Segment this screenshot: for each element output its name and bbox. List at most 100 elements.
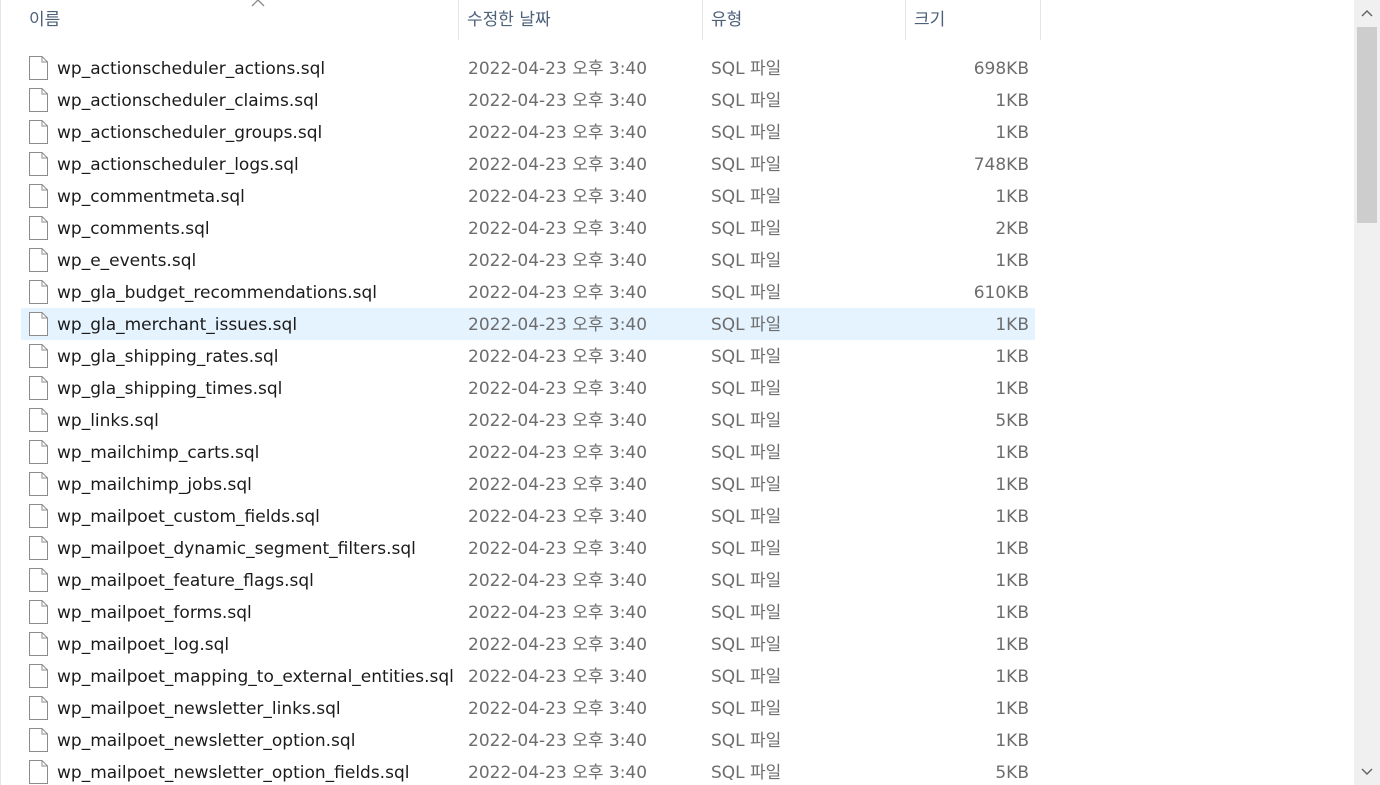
file-type: SQL 파일 [711, 763, 782, 783]
column-header-row: 이름 수정한 날짜 유형 크기 [1, 0, 1355, 40]
file-row[interactable]: wp_mailpoet_feature_flags.sql 2022-04-23 … [1, 564, 1355, 596]
column-header-type[interactable]: 유형 [703, 0, 906, 40]
file-date: 2022-04-23 오후 3:40 [468, 315, 648, 335]
file-row[interactable]: wp_actionscheduler_actions.sql 2022-04-23… [1, 52, 1355, 84]
file-type: SQL 파일 [711, 443, 782, 463]
file-name: wp_gla_budget_recommendations.sql [57, 283, 377, 303]
file-type: SQL 파일 [711, 91, 782, 111]
file-date: 2022-04-23 오후 3:40 [468, 219, 648, 239]
file-name: wp_gla_merchant_issues.sql [57, 315, 298, 335]
file-icon [29, 280, 48, 304]
file-row[interactable]: wp_mailchimp_jobs.sql 2022-04-23 오후 3:40 S… [1, 468, 1355, 500]
file-size: 1KB [995, 667, 1029, 687]
file-type: SQL 파일 [711, 699, 782, 719]
file-row[interactable]: wp_mailpoet_newsletter_option.sql 2022-04… [1, 724, 1355, 756]
file-type: SQL 파일 [711, 635, 782, 655]
file-row[interactable]: wp_mailpoet_forms.sql 2022-04-23 오후 3:40 S… [1, 596, 1355, 628]
file-icon [29, 472, 48, 496]
file-type: SQL 파일 [711, 251, 782, 271]
file-icon [29, 248, 48, 272]
scrollbar-thumb[interactable] [1357, 27, 1377, 223]
file-type: SQL 파일 [711, 475, 782, 495]
file-size: 1KB [995, 603, 1029, 623]
file-name: wp_mailpoet_feature_flags.sql [57, 571, 314, 591]
file-icon [29, 408, 48, 432]
file-size: 1KB [995, 379, 1029, 399]
file-type: SQL 파일 [711, 411, 782, 431]
vertical-scrollbar[interactable] [1354, 0, 1380, 785]
file-icon [29, 728, 48, 752]
file-date: 2022-04-23 오후 3:40 [468, 251, 648, 271]
file-name: wp_actionscheduler_claims.sql [57, 91, 319, 111]
file-type: SQL 파일 [711, 731, 782, 751]
file-type: SQL 파일 [711, 59, 782, 79]
sort-up-chevron-icon [251, 0, 265, 7]
file-row[interactable]: wp_mailpoet_log.sql 2022-04-23 오후 3:40 SQL… [1, 628, 1355, 660]
file-type: SQL 파일 [711, 123, 782, 143]
file-size: 5KB [995, 763, 1029, 783]
file-type: SQL 파일 [711, 283, 782, 303]
file-name: wp_comments.sql [57, 219, 210, 239]
file-explorer-window: 이름 수정한 날짜 유형 크기 wp_actionscheduler_actio… [0, 0, 1380, 785]
file-name: wp_commentmeta.sql [57, 187, 245, 207]
scroll-down-button[interactable] [1354, 759, 1380, 785]
file-type: SQL 파일 [711, 315, 782, 335]
file-name: wp_mailpoet_custom_fields.sql [57, 507, 320, 527]
file-row[interactable]: wp_e_events.sql 2022-04-23 오후 3:40 SQL 파일 1… [1, 244, 1355, 276]
file-row[interactable]: wp_mailpoet_mapping_to_external_entities… [1, 660, 1355, 692]
file-row[interactable]: wp_gla_shipping_times.sql 2022-04-23 오후 3… [1, 372, 1355, 404]
file-row[interactable]: wp_mailpoet_dynamic_segment_filters.sql 2… [1, 532, 1355, 564]
file-size: 5KB [995, 411, 1029, 431]
column-header-size-label: 크기 [914, 10, 946, 30]
file-date: 2022-04-23 오후 3:40 [468, 283, 648, 303]
file-row[interactable]: wp_mailchimp_carts.sql 2022-04-23 오후 3:40… [1, 436, 1355, 468]
file-date: 2022-04-23 오후 3:40 [468, 699, 648, 719]
file-type: SQL 파일 [711, 571, 782, 591]
file-size: 1KB [995, 571, 1029, 591]
file-size: 1KB [995, 443, 1029, 463]
scroll-up-button[interactable] [1354, 0, 1380, 26]
file-name: wp_mailpoet_newsletter_option.sql [57, 731, 356, 751]
file-row[interactable]: wp_gla_budget_recommendations.sql 2022-04… [1, 276, 1355, 308]
file-icon [29, 216, 48, 240]
file-date: 2022-04-23 오후 3:40 [468, 539, 648, 559]
file-date: 2022-04-23 오후 3:40 [468, 59, 648, 79]
file-date: 2022-04-23 오후 3:40 [468, 123, 648, 143]
file-icon [29, 440, 48, 464]
file-type: SQL 파일 [711, 155, 782, 175]
file-name: wp_e_events.sql [57, 251, 197, 271]
file-date: 2022-04-23 오후 3:40 [468, 507, 648, 527]
column-header-date[interactable]: 수정한 날짜 [459, 0, 703, 40]
file-row[interactable]: wp_gla_shipping_rates.sql 2022-04-23 오후 3… [1, 340, 1355, 372]
file-size: 1KB [995, 91, 1029, 111]
file-row[interactable]: wp_links.sql 2022-04-23 오후 3:40 SQL 파일 5KB [1, 404, 1355, 436]
file-icon [29, 760, 48, 784]
file-row[interactable]: wp_comments.sql 2022-04-23 오후 3:40 SQL 파일 2… [1, 212, 1355, 244]
file-icon [29, 184, 48, 208]
file-name: wp_mailpoet_forms.sql [57, 603, 252, 623]
file-row[interactable]: wp_mailpoet_newsletter_option_fields.sql… [1, 756, 1355, 785]
file-row[interactable]: wp_actionscheduler_claims.sql 2022-04-23 … [1, 84, 1355, 116]
column-header-name[interactable]: 이름 [21, 0, 459, 40]
column-header-size[interactable]: 크기 [906, 0, 1041, 40]
file-size: 1KB [995, 699, 1029, 719]
file-row[interactable]: wp_commentmeta.sql 2022-04-23 오후 3:40 SQL … [1, 180, 1355, 212]
file-row[interactable]: wp_actionscheduler_groups.sql 2022-04-23 … [1, 116, 1355, 148]
chevron-up-icon [1361, 10, 1373, 17]
file-row[interactable]: wp_mailpoet_custom_fields.sql 2022-04-23 … [1, 500, 1355, 532]
file-name: wp_links.sql [57, 411, 159, 431]
file-name: wp_mailchimp_carts.sql [57, 443, 260, 463]
file-row[interactable]: wp_gla_merchant_issues.sql 2022-04-23 오후 … [1, 308, 1355, 340]
file-icon [29, 504, 48, 528]
file-date: 2022-04-23 오후 3:40 [468, 155, 648, 175]
file-type: SQL 파일 [711, 539, 782, 559]
file-icon [29, 536, 48, 560]
file-row[interactable]: wp_mailpoet_newsletter_links.sql 2022-04-… [1, 692, 1355, 724]
file-name: wp_gla_shipping_rates.sql [57, 347, 279, 367]
file-icon [29, 56, 48, 80]
file-date: 2022-04-23 오후 3:40 [468, 187, 648, 207]
file-name: wp_actionscheduler_logs.sql [57, 155, 299, 175]
file-size: 1KB [995, 475, 1029, 495]
file-type: SQL 파일 [711, 379, 782, 399]
file-row[interactable]: wp_actionscheduler_logs.sql 2022-04-23 오후… [1, 148, 1355, 180]
